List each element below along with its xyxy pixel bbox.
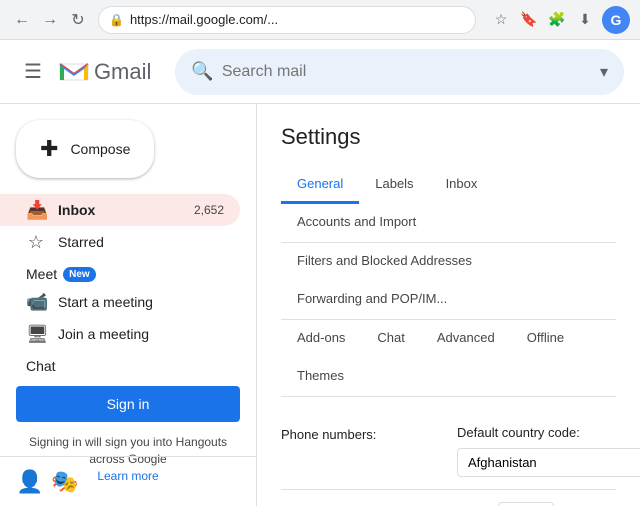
- main-content: Settings General Labels Inbox Accounts a…: [256, 40, 640, 506]
- tab-filters[interactable]: Filters and Blocked Addresses: [281, 243, 488, 281]
- tab-offline[interactable]: Offline: [511, 320, 580, 358]
- gmail-m-icon: [58, 56, 90, 88]
- sidebar-item-start-meeting[interactable]: 📹 Start a meeting: [0, 286, 240, 318]
- chat-section-label: Chat: [0, 350, 256, 378]
- tab-chat[interactable]: Chat: [361, 320, 420, 358]
- gmail-topbar: ☰ Gmail 🔍 ▾: [0, 40, 640, 104]
- sidebar: ✚ Compose 📥 Inbox 2,652 ☆ Starred Meet N…: [0, 40, 256, 506]
- join-meeting-label: Join a meeting: [58, 326, 224, 342]
- browser-chrome: ← → ↻ 🔒 https://mail.google.com/... ☆ 🔖 …: [0, 0, 640, 40]
- search-dropdown-icon[interactable]: ▾: [600, 62, 608, 82]
- browser-icons: ☆ 🔖 🧩 ⬇ G: [490, 6, 630, 34]
- profile-avatar[interactable]: G: [602, 6, 630, 34]
- settings-title: Settings: [281, 124, 616, 150]
- nav-buttons: ← → ↻: [10, 8, 90, 32]
- star-icon[interactable]: ☆: [490, 9, 512, 31]
- monitor-icon: 🖥: [26, 324, 46, 345]
- gmail-logo: Gmail: [58, 56, 151, 88]
- address-bar[interactable]: 🔒 https://mail.google.com/...: [98, 6, 476, 34]
- meet-new-badge: New: [63, 267, 96, 282]
- search-input[interactable]: [222, 63, 592, 81]
- settings-tabs-row2: Filters and Blocked Addresses Forwarding…: [281, 243, 616, 320]
- settings-body: Phone numbers: Default country code: Max…: [281, 397, 616, 506]
- compose-label: Compose: [70, 141, 130, 157]
- tab-labels[interactable]: Labels: [359, 166, 429, 204]
- gmail-body: ✚ Compose 📥 Inbox 2,652 ☆ Starred Meet N…: [0, 40, 640, 506]
- country-code-input[interactable]: [457, 448, 640, 477]
- tab-inbox[interactable]: Inbox: [430, 166, 494, 204]
- tab-accounts-import[interactable]: Accounts and Import: [281, 204, 432, 242]
- phone-control: Default country code:: [457, 425, 640, 477]
- refresh-button[interactable]: ↻: [66, 8, 90, 32]
- emoji-icon[interactable]: 🎭: [51, 469, 78, 495]
- start-meeting-label: Start a meeting: [58, 294, 224, 310]
- sign-in-button[interactable]: Sign in: [16, 386, 240, 422]
- inbox-count: 2,652: [194, 203, 224, 217]
- compose-plus-icon: ✚: [40, 136, 58, 162]
- tab-themes[interactable]: Themes: [281, 358, 360, 396]
- inbox-label: Inbox: [58, 202, 182, 218]
- forward-button[interactable]: →: [38, 8, 62, 32]
- search-icon: 🔍: [191, 61, 213, 82]
- inbox-icon: 📥: [26, 200, 46, 221]
- sidebar-bottom: 👤 🎭: [0, 456, 256, 506]
- gmail-label: Gmail: [94, 59, 151, 85]
- settings-container: Settings General Labels Inbox Accounts a…: [257, 104, 640, 506]
- country-code-label: Default country code:: [457, 425, 580, 440]
- hamburger-icon[interactable]: ☰: [16, 51, 50, 92]
- bookmark-icon[interactable]: 🔖: [518, 9, 540, 31]
- extensions-icon[interactable]: 🧩: [546, 9, 568, 31]
- sidebar-item-starred[interactable]: ☆ Starred: [0, 226, 240, 258]
- tab-advanced[interactable]: Advanced: [421, 320, 511, 358]
- tab-forwarding[interactable]: Forwarding and POP/IM...: [281, 281, 463, 319]
- starred-icon: ☆: [26, 232, 46, 253]
- starred-label: Starred: [58, 234, 224, 250]
- settings-row-pagesize: Maximum page size: Show 25 50 100 conver…: [281, 490, 616, 506]
- meet-label: Meet: [26, 266, 57, 282]
- lock-icon: 🔒: [109, 13, 124, 27]
- search-bar[interactable]: 🔍 ▾: [175, 49, 624, 95]
- pagesize-control: Show 25 50 100 conversations per page: [457, 502, 616, 506]
- phone-label: Phone numbers:: [281, 425, 441, 442]
- url-text: https://mail.google.com/...: [130, 12, 465, 27]
- tab-addons[interactable]: Add-ons: [281, 320, 361, 358]
- download-icon[interactable]: ⬇: [574, 9, 596, 31]
- settings-tabs-row3: Add-ons Chat Advanced Offline Themes: [281, 320, 616, 397]
- tab-general[interactable]: General: [281, 166, 359, 204]
- sidebar-item-join-meeting[interactable]: 🖥 Join a meeting: [0, 318, 240, 350]
- pagesize-select[interactable]: 25 50 100: [498, 502, 554, 506]
- settings-row-phone: Phone numbers: Default country code:: [281, 413, 616, 490]
- sidebar-item-inbox[interactable]: 📥 Inbox 2,652: [0, 194, 240, 226]
- compose-button[interactable]: ✚ Compose: [16, 120, 154, 178]
- pagesize-label: Maximum page size:: [281, 502, 441, 506]
- settings-tabs-row1: General Labels Inbox Accounts and Import: [281, 166, 616, 243]
- people-icon[interactable]: 👤: [16, 469, 43, 495]
- video-icon: 📹: [26, 292, 46, 313]
- meet-section-header: Meet New: [0, 258, 256, 286]
- back-button[interactable]: ←: [10, 8, 34, 32]
